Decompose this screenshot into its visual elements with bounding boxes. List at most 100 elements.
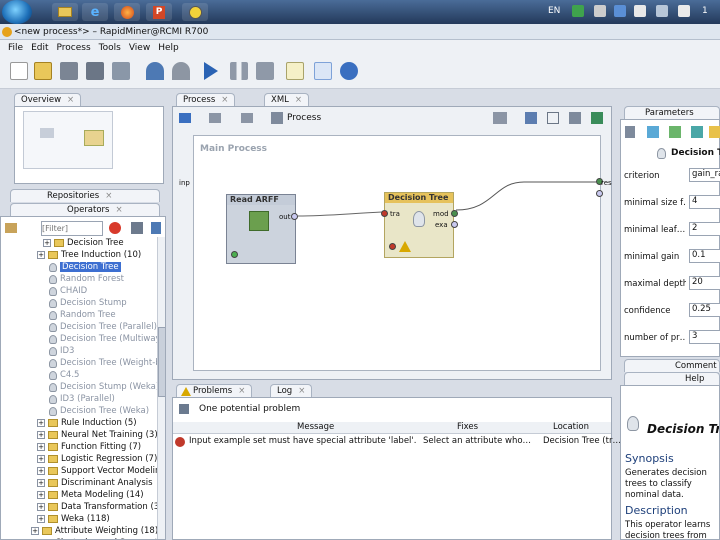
tree-operator[interactable]: Decision Tree (Weight-based)	[49, 357, 165, 369]
expert-mode-icon[interactable]	[625, 126, 635, 138]
tree-operator[interactable]: ID3	[49, 345, 74, 357]
tree-folder[interactable]: + Logistic Regression (7)	[37, 453, 157, 465]
expand-icon[interactable]: +	[37, 443, 45, 451]
tree-folder[interactable]: + Tree Induction (10)	[37, 249, 141, 261]
tab-repositories[interactable]: Repositories ×	[10, 189, 160, 202]
tree-folder[interactable]: + Function Fitting (7)	[37, 441, 141, 453]
expand-icon[interactable]: +	[37, 503, 45, 511]
tree-folder[interactable]: + Attribute Weighting (18)	[31, 525, 158, 537]
process-canvas[interactable]: Main Process Read ARFF out Decision Tree…	[193, 135, 603, 371]
tree-operator[interactable]: Decision Stump (Weka)	[49, 381, 159, 393]
start-button[interactable]	[2, 0, 32, 24]
param-icon-4[interactable]	[709, 126, 720, 138]
undo-icon[interactable]	[146, 62, 164, 80]
layout-icon[interactable]	[547, 112, 559, 124]
connection-read-tree[interactable]	[297, 211, 383, 217]
info-icon[interactable]	[340, 62, 358, 80]
redo-icon[interactable]	[172, 62, 190, 80]
presentation-app-icon[interactable]: P	[146, 3, 172, 21]
port-tra[interactable]	[381, 210, 388, 217]
tree-operator[interactable]: Decision Tree (Multiway)	[49, 333, 164, 345]
close-icon[interactable]: ×	[238, 386, 245, 396]
header-location[interactable]: Location	[553, 422, 589, 432]
tree-folder[interactable]: + Discriminant Analysis	[37, 477, 153, 489]
stop-icon[interactable]	[256, 62, 274, 80]
tab-process[interactable]: Process ×	[176, 93, 236, 106]
close-icon[interactable]: ×	[67, 95, 74, 105]
tree-operator[interactable]: ID3 (Parallel)	[49, 393, 115, 405]
operator-group-icon[interactable]	[5, 223, 17, 233]
tab-log[interactable]: Log ×	[270, 384, 313, 397]
new-file-icon[interactable]	[10, 62, 28, 80]
port-exa[interactable]	[451, 221, 458, 228]
close-icon[interactable]: ×	[115, 205, 122, 215]
print-icon[interactable]	[569, 112, 581, 124]
tree-folder[interactable]: + Neural Net Training (3)	[37, 429, 158, 441]
table-row[interactable]: Input example set must have special attr…	[173, 436, 621, 448]
parameter-value-field[interactable]: gain_ratio	[689, 168, 720, 182]
volume-icon[interactable]	[678, 5, 690, 17]
expand-icon[interactable]: +	[37, 479, 45, 487]
close-icon[interactable]: ×	[298, 386, 305, 396]
menu-file[interactable]: File	[8, 43, 23, 53]
port-out[interactable]	[291, 213, 298, 220]
expand-icon[interactable]: +	[37, 419, 45, 427]
parameter-value-field[interactable]: 20	[689, 276, 720, 290]
close-icon[interactable]: ×	[221, 95, 228, 105]
expand-icon[interactable]: +	[37, 431, 45, 439]
network-tray-icon[interactable]	[572, 5, 584, 17]
security-tray-icon[interactable]	[656, 5, 668, 17]
port-mod[interactable]	[451, 210, 458, 217]
tree-operator[interactable]: CHAID	[49, 285, 87, 297]
tree-operator[interactable]: Random Forest	[49, 273, 124, 285]
save-as-icon[interactable]	[86, 62, 104, 80]
tree-folder[interactable]: + Data Transformation (3)	[37, 501, 163, 513]
connection-tree-result[interactable]	[455, 181, 596, 211]
expand-icon[interactable]: +	[37, 467, 45, 475]
forward-arrow-icon[interactable]	[209, 113, 221, 123]
expand-icon[interactable]: +	[37, 515, 45, 523]
menu-process[interactable]: Process	[57, 43, 91, 53]
close-icon[interactable]: ×	[105, 191, 112, 201]
tree-operator[interactable]: Decision Tree (Parallel)	[49, 321, 157, 333]
tab-help[interactable]: Help	[624, 372, 720, 385]
tree-folder[interactable]: + Meta Modeling (14)	[37, 489, 144, 501]
scrollbar-thumb[interactable]	[158, 327, 165, 397]
menu-help[interactable]: Help	[158, 43, 179, 53]
save-icon[interactable]	[60, 62, 78, 80]
update-tray-icon[interactable]	[614, 5, 626, 17]
explorer-icon[interactable]	[52, 3, 78, 21]
parameter-value-field[interactable]: 4	[689, 195, 720, 209]
monitor-tray-icon[interactable]	[634, 5, 646, 17]
menu-view[interactable]: View	[129, 43, 150, 53]
tree-folder[interactable]: + Support Vector Modeling	[37, 465, 165, 477]
header-message[interactable]: Message	[297, 422, 334, 432]
expand-icon[interactable]: +	[31, 527, 39, 535]
tree-operator[interactable]: C4.5	[49, 369, 79, 381]
operator-decision-tree[interactable]: Decision Tree tra mod exa	[381, 192, 458, 258]
tree-operator[interactable]: Decision Tree (Weka)	[49, 405, 149, 417]
breadcrumb[interactable]: Process	[287, 113, 321, 123]
tree-folder[interactable]: + Decision Tree	[43, 237, 124, 249]
param-icon-3[interactable]	[691, 126, 703, 138]
parameter-value-field[interactable]: 3	[689, 330, 720, 344]
param-icon-1[interactable]	[647, 126, 659, 138]
problem-fix[interactable]: Select an attribute who…	[423, 436, 531, 446]
tab-problems[interactable]: Problems ×	[176, 384, 253, 397]
run-icon[interactable]	[204, 62, 218, 80]
up-arrow-icon[interactable]	[241, 113, 253, 123]
expand-icon[interactable]: +	[37, 251, 45, 259]
expand-icon[interactable]: +	[37, 455, 45, 463]
sort-icon[interactable]	[151, 222, 161, 234]
filter-options-icon[interactable]	[131, 222, 143, 234]
radiation-app-icon[interactable]	[182, 3, 208, 21]
tree-folder[interactable]: + Rule Induction (5)	[37, 417, 137, 429]
tab-comment[interactable]: Comment	[624, 359, 720, 372]
operator-read-arff[interactable]: Read ARFF out	[226, 194, 298, 264]
clear-filter-icon[interactable]	[109, 222, 121, 234]
internet-explorer-icon[interactable]: e	[82, 3, 108, 21]
filter-icon[interactable]	[179, 404, 189, 414]
auto-wire-icon[interactable]	[493, 112, 507, 124]
back-arrow-icon[interactable]	[179, 113, 191, 123]
tab-parameters[interactable]: Parameters	[624, 106, 720, 119]
